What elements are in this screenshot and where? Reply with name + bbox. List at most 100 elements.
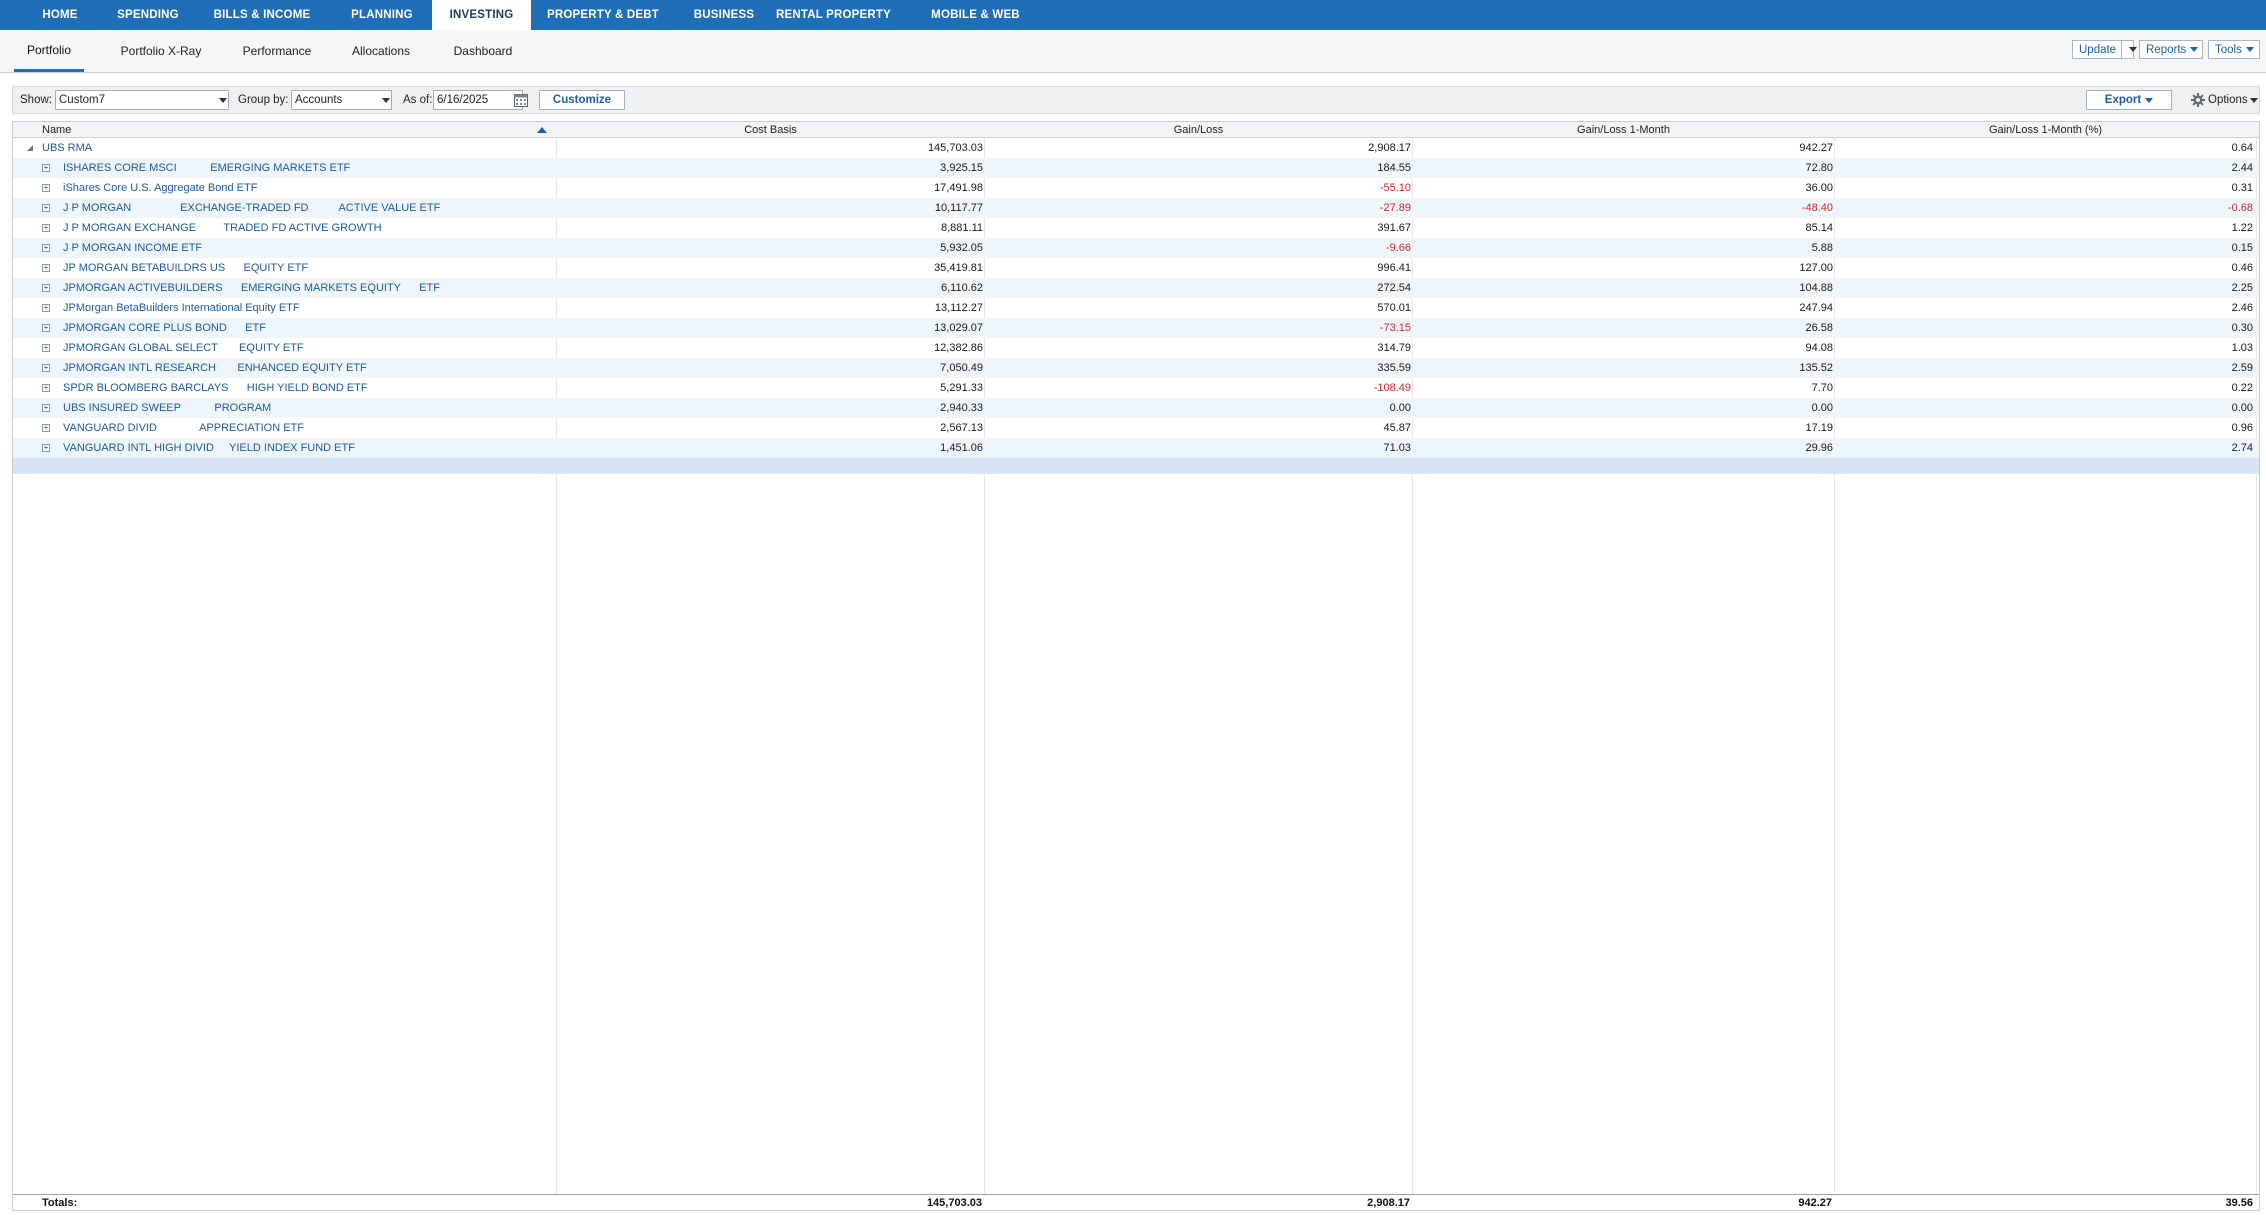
expand-icon[interactable]: + bbox=[42, 324, 50, 332]
tab-allocations[interactable]: Allocations bbox=[340, 30, 422, 72]
cell-gain-1m: 104.88 bbox=[1799, 282, 1833, 294]
nav-tab-investing[interactable]: INVESTING bbox=[432, 0, 531, 30]
as-of-date-input[interactable]: 6/16/2025 bbox=[433, 90, 523, 110]
security-name[interactable]: JP MORGAN BETABUILDRS US EQUITY ETF bbox=[63, 258, 543, 278]
security-name[interactable]: ISHARES CORE MSCI EMERGING MARKETS ETF bbox=[63, 158, 543, 178]
security-name[interactable]: VANGUARD INTL HIGH DIVID YIELD INDEX FUN… bbox=[63, 438, 543, 458]
security-name[interactable]: SPDR BLOOMBERG BARCLAYS HIGH YIELD BOND … bbox=[63, 378, 543, 398]
column-header-name[interactable]: Name bbox=[42, 122, 542, 138]
security-name[interactable]: J P MORGAN EXCHANGE TRADED FD ACTIVE GRO… bbox=[63, 218, 543, 238]
security-name[interactable]: VANGUARD DIVID APPRECIATION ETF bbox=[63, 418, 543, 438]
table-row[interactable]: + JP MORGAN BETABUILDRS US EQUITY ETF 35,4… bbox=[13, 258, 2259, 278]
security-name[interactable]: iShares Core U.S. Aggregate Bond ETF bbox=[63, 178, 543, 198]
tab-performance[interactable]: Performance bbox=[232, 30, 322, 72]
tools-button[interactable]: Tools bbox=[2208, 40, 2260, 59]
security-name[interactable]: J P MORGAN EXCHANGE-TRADED FD ACTIVE VAL… bbox=[63, 198, 543, 218]
account-row[interactable]: UBS RMA 145,703.03 2,908.17 942.27 0.64 bbox=[13, 138, 2259, 158]
expand-icon[interactable]: + bbox=[42, 444, 50, 452]
table-row[interactable]: + J P MORGAN INCOME ETF 5,932.05 -9.66 5.88 0… bbox=[13, 238, 2259, 258]
cell-gain-1m: 942.27 bbox=[1799, 142, 1833, 154]
table-row[interactable]: + J P MORGAN EXCHANGE-TRADED FD ACTIVE VA… bbox=[13, 198, 2259, 218]
cell-cost-basis: 35,419.81 bbox=[934, 262, 983, 274]
expand-icon[interactable]: + bbox=[42, 404, 50, 412]
tab-portfolio[interactable]: Portfolio bbox=[14, 30, 84, 72]
nav-tab-rental-property[interactable]: RENTAL PROPERTY bbox=[762, 0, 905, 30]
selected-empty-row[interactable] bbox=[13, 458, 2259, 474]
table-row[interactable]: + VANGUARD DIVID APPRECIATION ETF 2,567.13… bbox=[13, 418, 2259, 438]
expand-icon[interactable]: + bbox=[42, 384, 50, 392]
expand-icon[interactable]: + bbox=[42, 284, 50, 292]
nav-tab-planning[interactable]: PLANNING bbox=[336, 0, 428, 30]
security-name[interactable]: JPMORGAN INTL RESEARCH ENHANCED EQUITY E… bbox=[63, 358, 543, 378]
nav-tab-property-debt[interactable]: PROPERTY & DEBT bbox=[532, 0, 674, 30]
security-name[interactable]: J P MORGAN INCOME ETF bbox=[63, 238, 543, 258]
table-row[interactable]: + JPMorgan BetaBuilders International Equ… bbox=[13, 298, 2259, 318]
cell-cost-basis: 8,881.11 bbox=[940, 222, 983, 234]
nav-tab-bills-income[interactable]: BILLS & INCOME bbox=[204, 0, 320, 30]
table-row[interactable]: + UBS INSURED SWEEP PROGRAM 2,940.33 0.00 0.… bbox=[13, 398, 2259, 418]
expand-icon[interactable]: + bbox=[42, 184, 50, 192]
options-label: Options bbox=[2208, 94, 2248, 106]
tools-label: Tools bbox=[2215, 43, 2242, 56]
nav-tab-home[interactable]: HOME bbox=[14, 0, 106, 30]
expand-icon[interactable]: + bbox=[42, 304, 50, 312]
expand-icon[interactable]: + bbox=[42, 224, 50, 232]
export-button[interactable]: Export bbox=[2086, 90, 2172, 110]
group-by-select[interactable]: Accounts bbox=[291, 90, 392, 110]
cell-gain-1m: 0.00 bbox=[1811, 402, 1833, 414]
nav-tab-spending[interactable]: SPENDING bbox=[104, 0, 192, 30]
table-row[interactable]: + JPMORGAN CORE PLUS BOND ETF 13,029.07 -73… bbox=[13, 318, 2259, 338]
update-label: Update bbox=[2079, 43, 2117, 56]
table-row[interactable]: + iShares Core U.S. Aggregate Bond ETF 17,… bbox=[13, 178, 2259, 198]
top-navigation: HOME SPENDING BILLS & INCOME PLANNING INVEST… bbox=[0, 0, 2266, 30]
column-header-gain-loss-1-month[interactable]: Gain/Loss 1-Month bbox=[1413, 122, 1834, 138]
column-header-gain-loss[interactable]: Gain/Loss bbox=[985, 122, 1412, 138]
column-header-cost-basis[interactable]: Cost Basis bbox=[557, 122, 984, 138]
expand-icon[interactable]: + bbox=[42, 364, 50, 372]
expand-icon[interactable]: + bbox=[42, 264, 50, 272]
as-of-value: 6/16/2025 bbox=[437, 94, 489, 106]
cell-gain-loss: -108.49 bbox=[1373, 382, 1411, 394]
expand-icon[interactable]: + bbox=[42, 244, 50, 252]
security-name[interactable]: JPMORGAN CORE PLUS BOND ETF bbox=[63, 318, 543, 338]
table-row[interactable]: + JPMORGAN INTL RESEARCH ENHANCED EQUITY … bbox=[13, 358, 2259, 378]
expand-icon[interactable]: + bbox=[42, 344, 50, 352]
table-row[interactable]: + ISHARES CORE MSCI EMERGING MARKETS ETF 3… bbox=[13, 158, 2259, 178]
portfolio-toolbar: Show: Custom7 Group by: Accounts As of: … bbox=[12, 86, 2260, 114]
security-name[interactable]: JPMORGAN ACTIVEBUILDERS EMERGING MARKETS… bbox=[63, 278, 543, 298]
table-row[interactable]: + VANGUARD INTL HIGH DIVID YIELD INDEX FU… bbox=[13, 438, 2259, 458]
expand-icon[interactable]: + bbox=[42, 164, 50, 172]
collapse-icon[interactable] bbox=[27, 145, 33, 151]
customize-button[interactable]: Customize bbox=[539, 90, 625, 110]
options-button[interactable]: Options bbox=[2208, 94, 2258, 106]
table-row[interactable]: + J P MORGAN EXCHANGE TRADED FD ACTIVE GR… bbox=[13, 218, 2259, 238]
cell-gain-1m: 127.00 bbox=[1799, 262, 1833, 274]
column-header-gain-loss-1-month-pct[interactable]: Gain/Loss 1-Month (%) bbox=[1835, 122, 2256, 138]
cell-gain-1m: 7.70 bbox=[1811, 382, 1833, 394]
expand-icon[interactable]: + bbox=[42, 204, 50, 212]
expand-icon[interactable]: + bbox=[42, 424, 50, 432]
table-row[interactable]: + JPMORGAN ACTIVEBUILDERS EMERGING MARKET… bbox=[13, 278, 2259, 298]
account-name[interactable]: UBS RMA bbox=[42, 138, 542, 158]
sort-ascending-icon[interactable] bbox=[537, 127, 547, 133]
totals-gain-loss: 2,908.17 bbox=[1367, 1197, 1410, 1209]
update-button[interactable]: Update bbox=[2072, 40, 2138, 59]
table-row[interactable]: + SPDR BLOOMBERG BARCLAYS HIGH YIELD BOND… bbox=[13, 378, 2259, 398]
update-dropdown-icon[interactable] bbox=[2121, 41, 2138, 58]
cell-gain-loss: -27.89 bbox=[1379, 202, 1411, 214]
gear-icon[interactable] bbox=[2191, 93, 2205, 107]
tab-dashboard[interactable]: Dashboard bbox=[440, 30, 526, 72]
security-name[interactable]: JPMorgan BetaBuilders International Equi… bbox=[63, 298, 543, 318]
nav-tab-mobile-web[interactable]: MOBILE & WEB bbox=[900, 0, 1051, 30]
security-name[interactable]: JPMORGAN GLOBAL SELECT EQUITY ETF bbox=[63, 338, 543, 358]
cell-gain-1m-pct: 2.25 bbox=[2231, 282, 2253, 294]
chevron-down-icon bbox=[2249, 98, 2258, 103]
portfolio-grid: Name Cost Basis Gain/Loss Gain/Loss 1-Mo… bbox=[12, 121, 2260, 1211]
table-row[interactable]: + JPMORGAN GLOBAL SELECT EQUITY ETF 12,382… bbox=[13, 338, 2259, 358]
reports-button[interactable]: Reports bbox=[2139, 40, 2203, 59]
tab-portfolio-x-ray[interactable]: Portfolio X-Ray bbox=[110, 30, 212, 72]
calendar-icon[interactable] bbox=[513, 92, 529, 108]
security-name[interactable]: UBS INSURED SWEEP PROGRAM bbox=[63, 398, 543, 418]
show-select[interactable]: Custom7 bbox=[55, 90, 229, 110]
cell-gain-1m-pct: 1.03 bbox=[2231, 342, 2253, 354]
